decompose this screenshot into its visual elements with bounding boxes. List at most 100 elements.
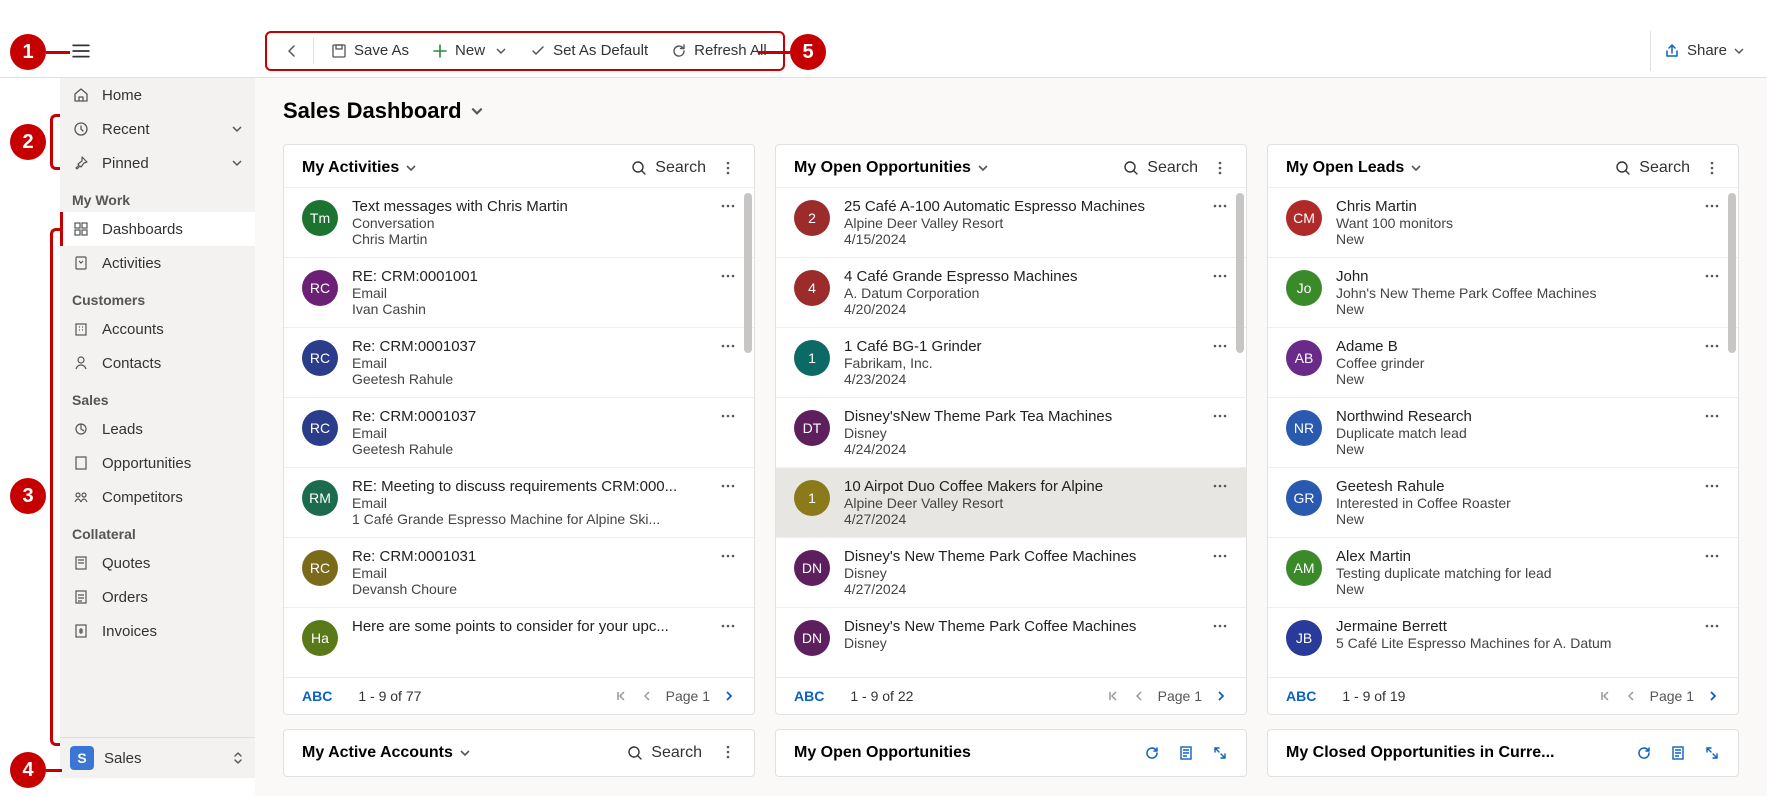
pager-next-icon[interactable] xyxy=(1706,689,1720,703)
card-search-opportunities[interactable]: Search xyxy=(1123,159,1198,177)
pager-first-icon[interactable] xyxy=(614,689,628,703)
item-more-icon[interactable] xyxy=(720,408,736,424)
card-title-active-accounts-text: My Active Accounts xyxy=(302,744,453,762)
list-item[interactable]: DNDisney's New Theme Park Coffee Machine… xyxy=(776,537,1246,607)
nav-dashboards[interactable]: Dashboards xyxy=(60,212,255,246)
pager-first-icon[interactable] xyxy=(1598,689,1612,703)
item-more-icon[interactable] xyxy=(1704,338,1720,354)
more-icon[interactable] xyxy=(720,160,736,176)
card-title-activities[interactable]: My Activities xyxy=(302,159,417,177)
scrollbar[interactable] xyxy=(1236,193,1244,353)
pager-first-icon[interactable] xyxy=(1106,689,1120,703)
list-item[interactable]: RCRE: CRM:0001001EmailIvan Cashin xyxy=(284,257,754,327)
set-default-button[interactable]: Set As Default xyxy=(519,38,658,64)
list-item[interactable]: TmText messages with Chris MartinConvers… xyxy=(284,187,754,257)
nav-invoices[interactable]: Invoices xyxy=(60,614,255,648)
share-button[interactable]: Share xyxy=(1650,31,1757,71)
nav-leads[interactable]: Leads xyxy=(60,412,255,446)
more-icon[interactable] xyxy=(720,744,736,762)
item-more-icon[interactable] xyxy=(1704,618,1720,634)
scrollbar[interactable] xyxy=(1728,193,1736,353)
pager-prev-icon[interactable] xyxy=(1624,689,1638,703)
item-more-icon[interactable] xyxy=(1212,408,1228,424)
nav-orders[interactable]: Orders xyxy=(60,580,255,614)
item-more-icon[interactable] xyxy=(720,198,736,214)
nav-accounts[interactable]: Accounts xyxy=(60,312,255,346)
back-button[interactable] xyxy=(273,38,314,64)
nav-pinned[interactable]: Pinned xyxy=(60,146,255,180)
scrollbar[interactable] xyxy=(744,193,752,353)
list-item[interactable]: JoJohnJohn's New Theme Park Coffee Machi… xyxy=(1268,257,1738,327)
list-item[interactable]: RCRe: CRM:0001037EmailGeetesh Rahule xyxy=(284,327,754,397)
item-more-icon[interactable] xyxy=(1704,268,1720,284)
expand-icon[interactable] xyxy=(1212,745,1228,761)
pager-next-icon[interactable] xyxy=(1214,689,1228,703)
list-item[interactable]: HaHere are some points to consider for y… xyxy=(284,607,754,666)
list-item[interactable]: JBJermaine Berrett5 Café Lite Espresso M… xyxy=(1268,607,1738,666)
item-more-icon[interactable] xyxy=(1212,478,1228,494)
more-icon[interactable] xyxy=(1704,160,1720,176)
refresh-icon[interactable] xyxy=(1636,745,1652,761)
list-item[interactable]: RCRe: CRM:0001037EmailGeetesh Rahule xyxy=(284,397,754,467)
refresh-icon[interactable] xyxy=(1144,745,1160,761)
item-more-icon[interactable] xyxy=(720,268,736,284)
list-item[interactable]: AMAlex MartinTesting duplicate matching … xyxy=(1268,537,1738,607)
item-sub2: 4/27/2024 xyxy=(844,581,1198,597)
list-item[interactable]: NRNorthwind ResearchDuplicate match lead… xyxy=(1268,397,1738,467)
item-more-icon[interactable] xyxy=(1212,198,1228,214)
card-search-leads[interactable]: Search xyxy=(1615,159,1690,177)
more-icon[interactable] xyxy=(1212,160,1228,176)
abc-toggle[interactable]: ABC xyxy=(302,688,332,704)
nav-quotes[interactable]: Quotes xyxy=(60,546,255,580)
abc-toggle[interactable]: ABC xyxy=(794,688,824,704)
save-as-button[interactable]: Save As xyxy=(320,38,419,64)
list-item[interactable]: CMChris MartinWant 100 monitorsNew xyxy=(1268,187,1738,257)
list-item[interactable]: 11 Café BG-1 GrinderFabrikam, Inc.4/23/2… xyxy=(776,327,1246,397)
abc-toggle[interactable]: ABC xyxy=(1286,688,1316,704)
item-more-icon[interactable] xyxy=(720,548,736,564)
nav-competitors[interactable]: Competitors xyxy=(60,480,255,514)
card-search-activities[interactable]: Search xyxy=(631,159,706,177)
pager-prev-icon[interactable] xyxy=(640,689,654,703)
new-button[interactable]: New xyxy=(421,38,517,64)
expand-icon[interactable] xyxy=(1704,745,1720,761)
nav-contacts[interactable]: Contacts xyxy=(60,346,255,380)
list-item[interactable]: RCRe: CRM:0001031EmailDevansh Choure xyxy=(284,537,754,607)
item-more-icon[interactable] xyxy=(1704,408,1720,424)
hamburger-icon[interactable] xyxy=(72,42,90,60)
item-more-icon[interactable] xyxy=(1704,198,1720,214)
item-more-icon[interactable] xyxy=(1212,338,1228,354)
list-item[interactable]: GRGeetesh RahuleInterested in Coffee Roa… xyxy=(1268,467,1738,537)
card-title-leads[interactable]: My Open Leads xyxy=(1286,159,1422,177)
item-more-icon[interactable] xyxy=(1212,618,1228,634)
item-more-icon[interactable] xyxy=(1212,548,1228,564)
nav-activities[interactable]: Activities xyxy=(60,246,255,280)
list-item[interactable]: 44 Café Grande Espresso MachinesA. Datum… xyxy=(776,257,1246,327)
annotation-4-line xyxy=(46,769,62,772)
nav-recent[interactable]: Recent xyxy=(60,112,255,146)
item-more-icon[interactable] xyxy=(720,338,736,354)
list-item[interactable]: ABAdame BCoffee grinderNew xyxy=(1268,327,1738,397)
page-title[interactable]: Sales Dashboard xyxy=(255,78,1767,134)
pager-next-icon[interactable] xyxy=(722,689,736,703)
card-title-opportunities[interactable]: My Open Opportunities xyxy=(794,159,989,177)
app-switcher[interactable]: S Sales xyxy=(60,737,255,778)
list-item[interactable]: 225 Café A-100 Automatic Espresso Machin… xyxy=(776,187,1246,257)
list-item[interactable]: DTDisney'sNew Theme Park Tea MachinesDis… xyxy=(776,397,1246,467)
nav-home[interactable]: Home xyxy=(60,78,255,112)
records-icon[interactable] xyxy=(1178,745,1194,761)
item-more-icon[interactable] xyxy=(1704,548,1720,564)
list-item[interactable]: DNDisney's New Theme Park Coffee Machine… xyxy=(776,607,1246,666)
item-more-icon[interactable] xyxy=(720,618,736,634)
list-item[interactable]: 110 Airpot Duo Coffee Makers for AlpineA… xyxy=(776,467,1246,537)
item-more-icon[interactable] xyxy=(1704,478,1720,494)
card-title-active-accounts[interactable]: My Active Accounts xyxy=(302,744,471,762)
pager-prev-icon[interactable] xyxy=(1132,689,1146,703)
records-icon[interactable] xyxy=(1670,745,1686,761)
item-more-icon[interactable] xyxy=(1212,268,1228,284)
avatar: AM xyxy=(1286,550,1322,586)
item-more-icon[interactable] xyxy=(720,478,736,494)
list-item[interactable]: RMRE: Meeting to discuss requirements CR… xyxy=(284,467,754,537)
nav-opportunities[interactable]: Opportunities xyxy=(60,446,255,480)
search-icon[interactable]: Search xyxy=(627,744,702,762)
